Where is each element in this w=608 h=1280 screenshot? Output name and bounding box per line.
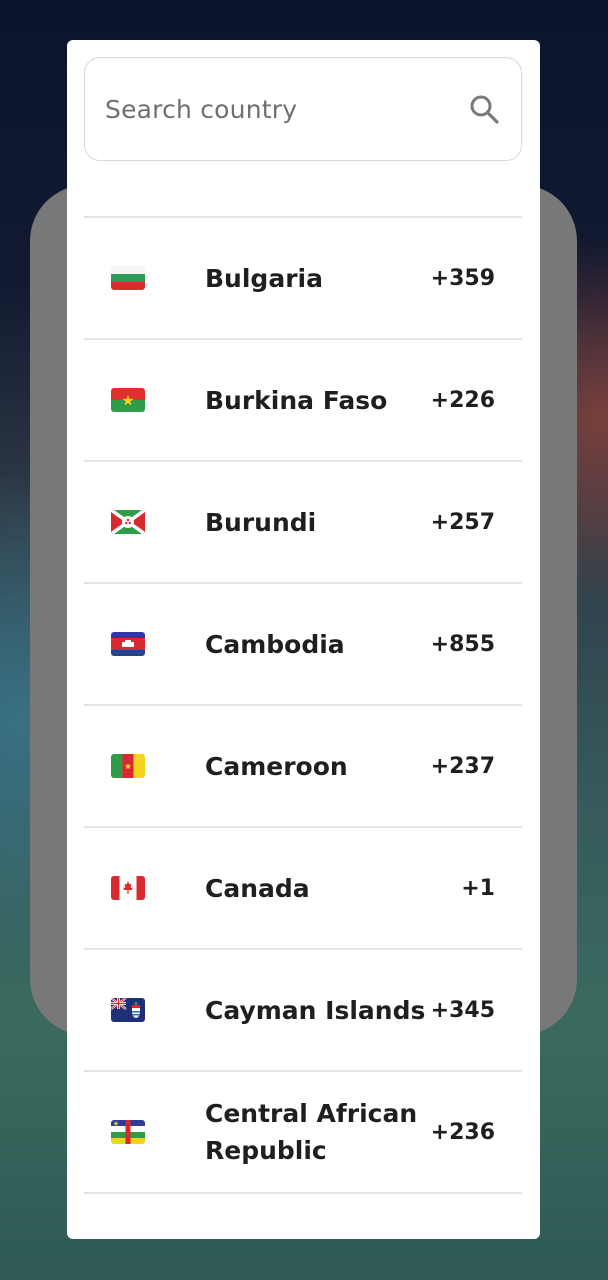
country-row-cameroon[interactable]: Cameroon +237 [84, 704, 522, 826]
dial-code: +1 [461, 875, 495, 901]
country-name: Canada [205, 873, 310, 903]
screen: Search country Bulgaria +359 Burkina Fas… [0, 0, 608, 1280]
cayman-islands-flag-icon [111, 998, 145, 1022]
dial-code: +359 [430, 265, 495, 291]
country-row-burundi[interactable]: Burundi +257 [84, 460, 522, 582]
country-row-central-african-republic[interactable]: Central African Republic +236 [84, 1070, 522, 1194]
country-row-burkina-faso[interactable]: Burkina Faso +226 [84, 338, 522, 460]
dial-code: +257 [430, 509, 495, 535]
country-name: Burundi [205, 507, 317, 537]
canada-flag-icon [111, 876, 145, 900]
burkina-faso-flag-icon [111, 388, 145, 412]
country-name: Burkina Faso [205, 385, 388, 415]
country-row-bulgaria[interactable]: Bulgaria +359 [84, 216, 522, 338]
country-picker-dialog: Search country Bulgaria +359 Burkina Fas… [67, 40, 540, 1239]
country-row-cayman-islands[interactable]: Cayman Islands +345 [84, 948, 522, 1070]
cameroon-flag-icon [111, 754, 145, 778]
dial-code: +226 [430, 387, 495, 413]
cambodia-flag-icon [111, 632, 145, 656]
dial-code: +237 [430, 753, 495, 779]
dial-code: +855 [430, 631, 495, 657]
bulgaria-flag-icon [111, 266, 145, 290]
country-name: Cambodia [205, 629, 345, 659]
country-name: Cayman Islands [205, 995, 426, 1025]
country-name: Cameroon [205, 751, 348, 781]
country-name: Central African Republic [205, 1099, 418, 1165]
country-list: Bulgaria +359 Burkina Faso +226 Burundi … [84, 216, 522, 1194]
country-row-cambodia[interactable]: Cambodia +855 [84, 582, 522, 704]
dial-code: +236 [430, 1119, 495, 1145]
dial-code: +345 [430, 997, 495, 1023]
search-icon[interactable] [467, 92, 501, 126]
central-african-republic-flag-icon [111, 1120, 145, 1144]
country-name: Bulgaria [205, 263, 323, 293]
country-row-canada[interactable]: Canada +1 [84, 826, 522, 948]
search-field[interactable]: Search country [84, 57, 522, 161]
search-input[interactable]: Search country [105, 95, 467, 124]
burundi-flag-icon [111, 510, 145, 534]
